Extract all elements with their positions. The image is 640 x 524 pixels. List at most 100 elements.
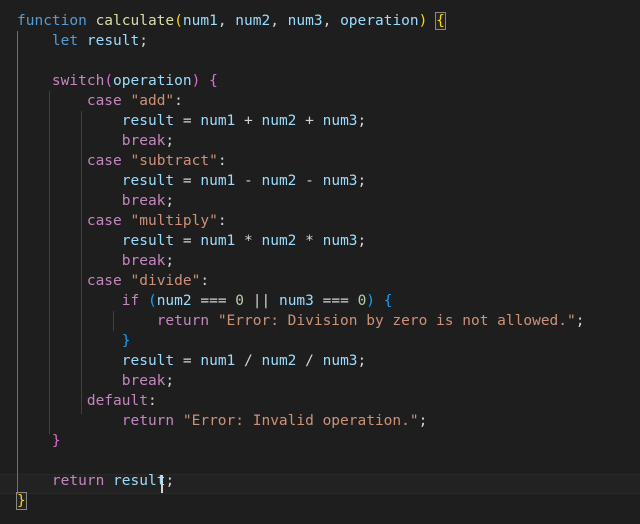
code-line-13[interactable]: break;: [0, 251, 640, 271]
token-brace-open-matched: {: [435, 12, 446, 30]
token-comma: ,: [270, 13, 288, 29]
code-line-23-blank[interactable]: [0, 451, 640, 471]
text-cursor: [161, 475, 163, 493]
token-keyword-case: case: [86, 153, 122, 169]
token-semicolon: ;: [357, 233, 367, 249]
code-line-6[interactable]: result = num1 + num2 + num3;: [0, 111, 640, 131]
code-line-10[interactable]: break;: [0, 191, 640, 211]
code-line-15[interactable]: if (num2 === 0 || num3 === 0) {: [0, 291, 640, 311]
code-line-9[interactable]: result = num1 - num2 - num3;: [0, 171, 640, 191]
token-param-operation: operation: [340, 13, 419, 29]
token-ident-num1: num1: [200, 173, 236, 189]
token-keyword-case: case: [86, 213, 122, 229]
code-line-18[interactable]: result = num1 / num2 / num3;: [0, 351, 640, 371]
token-keyword-break: break: [121, 133, 166, 149]
token-semicolon: ;: [139, 33, 148, 49]
token-operator-assign: =: [182, 233, 192, 249]
token-operator-divide: /: [244, 353, 253, 369]
token-ident-num2: num2: [261, 353, 297, 369]
token-ident-result: result: [121, 113, 175, 129]
token-ident-num3: num3: [322, 233, 358, 249]
code-content[interactable]: function calculate(num1, num2, num3, ope…: [0, 0, 640, 511]
token-string-invalid-operation-error: "Error: Invalid operation.": [182, 413, 419, 429]
token-brace-open: {: [383, 293, 393, 309]
token-ident-result: result: [121, 353, 175, 369]
token-colon: :: [217, 213, 227, 229]
token-ident-operation: operation: [113, 73, 192, 89]
code-line-20[interactable]: default:: [0, 391, 640, 411]
token-string-add: "add": [130, 93, 175, 109]
token-semicolon: ;: [165, 133, 175, 149]
code-line-25[interactable]: }: [0, 491, 640, 511]
token-operator-logical-or: ||: [252, 293, 271, 309]
code-editor[interactable]: function calculate(num1, num2, num3, ope…: [0, 0, 640, 524]
code-line-7[interactable]: break;: [0, 131, 640, 151]
token-keyword-return: return: [156, 313, 210, 329]
token-ident-num1: num1: [200, 353, 236, 369]
token-ident-result: result: [121, 173, 175, 189]
token-operator-plus: +: [244, 113, 253, 129]
code-line-14[interactable]: case "divide":: [0, 271, 640, 291]
token-brace-close-matched: }: [16, 492, 27, 510]
token-ident-num2: num2: [156, 293, 192, 309]
token-param-num3: num3: [287, 13, 323, 29]
code-line-3-blank[interactable]: [0, 51, 640, 71]
code-line-19[interactable]: break;: [0, 371, 640, 391]
code-line-24[interactable]: return result;: [0, 471, 640, 491]
code-line-1[interactable]: function calculate(num1, num2, num3, ope…: [0, 11, 640, 31]
token-operator-strict-equals: ===: [322, 293, 349, 309]
token-colon: :: [200, 273, 210, 289]
token-string-multiply: "multiply": [130, 213, 218, 229]
token-number-zero: 0: [357, 293, 367, 309]
code-line-11[interactable]: case "multiply":: [0, 211, 640, 231]
code-line-5[interactable]: case "add":: [0, 91, 640, 111]
code-line-17[interactable]: }: [0, 331, 640, 351]
token-operator-multiply: *: [244, 233, 253, 249]
token-paren-close: ): [418, 13, 428, 29]
token-operator-minus: -: [244, 173, 253, 189]
token-ident-result: result: [86, 33, 140, 49]
code-line-4[interactable]: switch(operation) {: [0, 71, 640, 91]
token-keyword-return: return: [121, 413, 175, 429]
code-line-12[interactable]: result = num1 * num2 * num3;: [0, 231, 640, 251]
token-semicolon: ;: [357, 173, 367, 189]
token-ident-num3: num3: [322, 353, 358, 369]
token-param-num2: num2: [235, 13, 271, 29]
code-line-22[interactable]: }: [0, 431, 640, 451]
code-line-8[interactable]: case "subtract":: [0, 151, 640, 171]
token-brace-close: }: [121, 333, 131, 349]
token-keyword-break: break: [121, 253, 166, 269]
token-paren-close: ): [366, 293, 376, 309]
token-keyword-default: default: [86, 393, 148, 409]
token-ident-result: result: [121, 233, 175, 249]
token-operator-assign: =: [182, 113, 192, 129]
token-ident-num2: num2: [261, 233, 297, 249]
token-ident-num1: num1: [200, 233, 236, 249]
token-comma: ,: [322, 13, 341, 29]
code-line-2[interactable]: let result;: [0, 31, 640, 51]
token-param-num1: num1: [182, 13, 218, 29]
token-colon: :: [217, 153, 227, 169]
token-keyword-break: break: [121, 193, 166, 209]
code-line-16[interactable]: return "Error: Division by zero is not a…: [0, 311, 640, 331]
token-semicolon: ;: [165, 253, 175, 269]
token-ident-num2: num2: [261, 173, 297, 189]
token-brace-close: }: [51, 433, 61, 449]
token-keyword-if: if: [121, 293, 140, 309]
code-line-21[interactable]: return "Error: Invalid operation.";: [0, 411, 640, 431]
token-semicolon: ;: [418, 413, 428, 429]
token-semicolon: ;: [165, 373, 175, 389]
token-operator-minus: -: [305, 173, 314, 189]
token-keyword-function: function: [17, 13, 87, 29]
token-colon: :: [174, 93, 183, 109]
token-ident-num3: num3: [322, 173, 358, 189]
token-paren-close: ): [191, 73, 201, 89]
token-string-division-by-zero-error: "Error: Division by zero is not allowed.…: [217, 313, 576, 329]
token-operator-assign: =: [182, 173, 192, 189]
token-semicolon: ;: [575, 313, 585, 329]
token-number-zero: 0: [235, 293, 245, 309]
token-operator-assign: =: [182, 353, 192, 369]
token-paren-open: (: [174, 13, 183, 29]
token-ident-num2: num2: [261, 113, 297, 129]
token-semicolon: ;: [357, 353, 367, 369]
